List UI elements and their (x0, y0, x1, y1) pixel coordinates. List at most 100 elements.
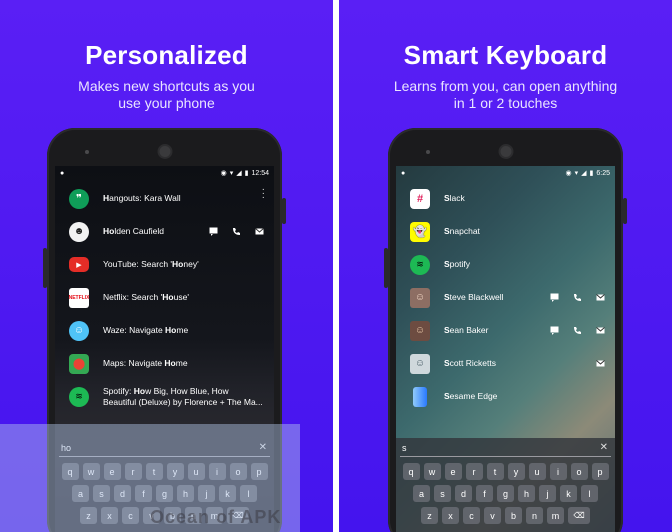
result-snapchat[interactable]: 👻 Snapchat (396, 215, 615, 248)
result-spotify[interactable]: ≋ Spotify (396, 248, 615, 281)
wifi-icon: ▾ (574, 170, 579, 177)
result-waze[interactable]: ☺ Waze: Navigate Home (55, 314, 274, 347)
watermark-text: Ocean of APK (150, 507, 282, 527)
result-steve-blackwell[interactable]: ☺ Steve Blackwell (396, 281, 615, 314)
result-scott-ricketts[interactable]: ☺ Scott Ricketts (396, 347, 615, 380)
key[interactable]: e (444, 463, 462, 480)
volume-button (43, 248, 47, 288)
hangouts-icon: ❞ (69, 188, 89, 209)
battery-icon: ▮ (589, 170, 594, 177)
signal-icon: ◢ (581, 170, 587, 177)
contact-photo-icon: ☺ (410, 287, 430, 308)
earpiece (500, 146, 511, 157)
email-icon[interactable] (596, 293, 605, 302)
key[interactable]: c (463, 507, 480, 524)
watermark-overlay: Ocean of APK (0, 424, 300, 532)
contact-photo-icon: ☺ (410, 353, 430, 374)
phone-frame: ● ◉ ▾ ◢ ▮ 6:25 # Slack 👻 Snapchat ≋ Spot… (384, 128, 627, 532)
avatar-icon: ☻ (69, 221, 89, 242)
keyboard-row-1: q w e r t y u i o p (396, 463, 615, 480)
key[interactable]: n (526, 507, 543, 524)
clear-icon[interactable]: ✕ (600, 442, 608, 453)
results-list: # Slack 👻 Snapchat ≋ Spotify ☺ Steve Bla… (396, 182, 615, 413)
key[interactable]: f (476, 485, 493, 502)
result-youtube[interactable]: ▶ YouTube: Search 'Honey' (55, 248, 274, 281)
key[interactable]: g (497, 485, 514, 502)
result-maps[interactable]: ⬤ Maps: Navigate Home (55, 347, 274, 380)
key[interactable]: u (528, 463, 546, 480)
key[interactable]: a (413, 485, 430, 502)
earpiece (159, 146, 170, 157)
sensor-dot (85, 150, 89, 154)
key[interactable]: r (465, 463, 483, 480)
android-icon: ● (401, 169, 406, 177)
status-bar: ● ◉ ▾ ◢ ▮ 6:25 (396, 166, 615, 180)
email-icon[interactable] (596, 326, 605, 335)
key[interactable]: y (507, 463, 525, 480)
panel-subtitle: Makes new shortcuts as you use your phon… (20, 78, 313, 112)
contact-photo-icon: ☺ (410, 320, 430, 341)
power-button (282, 198, 286, 224)
netflix-icon: NETFLIX (69, 287, 89, 308)
phone-icon[interactable] (232, 227, 241, 236)
key[interactable]: j (539, 485, 556, 502)
key[interactable]: i (549, 463, 567, 480)
clock: 6:25 (596, 169, 610, 177)
phone-icon[interactable] (573, 326, 582, 335)
subtitle-line-1: Learns from you, can open anything (393, 78, 618, 94)
key[interactable]: z (421, 507, 438, 524)
email-icon[interactable] (255, 227, 264, 236)
subtitle-line-1: Makes new shortcuts as you (78, 78, 255, 94)
subtitle-line-2: use your phone (118, 95, 215, 111)
alarm-icon: ◉ (220, 170, 227, 177)
key[interactable]: l (581, 485, 598, 502)
key[interactable]: x (442, 507, 459, 524)
backspace-key[interactable]: ⌫ (568, 507, 590, 524)
key[interactable]: v (484, 507, 501, 524)
waze-icon: ☺ (69, 320, 89, 341)
sesame-icon (413, 386, 427, 407)
key[interactable]: b (505, 507, 522, 524)
phone-icon[interactable] (573, 293, 582, 302)
result-slack[interactable]: # Slack (396, 182, 615, 215)
key[interactable]: t (486, 463, 504, 480)
result-holden-caufield[interactable]: ☻ Holden Caufield (55, 215, 274, 248)
panel-title: Smart Keyboard (403, 40, 608, 70)
key[interactable]: k (560, 485, 577, 502)
keyboard: s ✕ q w e r t y u i o p a s d f g h j k … (396, 438, 615, 532)
key[interactable]: m (547, 507, 564, 524)
message-icon[interactable] (209, 227, 218, 236)
result-sean-baker[interactable]: ☺ Sean Baker (396, 314, 615, 347)
power-button (623, 198, 627, 224)
spotify-icon: ≋ (410, 254, 430, 275)
battery-icon: ▮ (244, 170, 249, 177)
key[interactable]: o (570, 463, 588, 480)
panel-title: Personalized (85, 40, 248, 70)
keyboard-row-2: a s d f g h j k l (396, 485, 615, 502)
youtube-icon: ▶ (69, 257, 89, 272)
key[interactable]: w (423, 463, 441, 480)
key[interactable]: d (455, 485, 472, 502)
panel-subtitle: Learns from you, can open anything in 1 … (359, 78, 652, 112)
key[interactable]: p (591, 463, 609, 480)
result-sesame-edge[interactable]: Sesame Edge (396, 380, 615, 413)
alarm-icon: ◉ (565, 170, 572, 177)
key[interactable]: s (434, 485, 451, 502)
android-icon: ● (60, 169, 65, 177)
personalized-panel: Personalized Makes new shortcuts as you … (0, 0, 333, 532)
subtitle-line-2: in 1 or 2 touches (453, 95, 558, 111)
key[interactable]: h (518, 485, 535, 502)
key[interactable]: q (402, 463, 420, 480)
result-hangouts[interactable]: ❞ Hangouts: Kara Wall (55, 182, 274, 215)
signal-icon: ◢ (236, 170, 242, 177)
sensor-dot (426, 150, 430, 154)
message-icon[interactable] (550, 293, 559, 302)
wifi-icon: ▾ (229, 170, 234, 177)
search-input[interactable]: s ✕ (400, 442, 611, 457)
result-netflix[interactable]: NETFLIX Netflix: Search 'House' (55, 281, 274, 314)
message-icon[interactable] (550, 326, 559, 335)
results-list: ❞ Hangouts: Kara Wall ☻ Holden Caufield … (55, 182, 274, 413)
email-icon[interactable] (596, 359, 605, 368)
clock: 12:54 (251, 169, 269, 177)
result-spotify[interactable]: ≋ Spotify: How Big, How Blue, How Beauti… (55, 380, 274, 413)
